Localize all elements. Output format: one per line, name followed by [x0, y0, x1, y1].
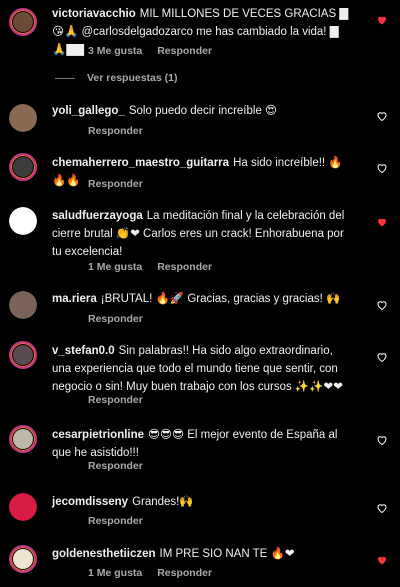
- username[interactable]: v_stefan0.0: [52, 345, 115, 357]
- username[interactable]: yoli_gallego_: [52, 105, 125, 117]
- avatar[interactable]: [9, 493, 37, 521]
- reply-button[interactable]: Responder: [157, 567, 212, 579]
- likes-count[interactable]: 3 Me gusta: [88, 45, 142, 57]
- avatar[interactable]: [9, 104, 37, 132]
- reply-button[interactable]: Responder: [88, 178, 143, 190]
- heart-icon[interactable]: [376, 14, 388, 26]
- avatar[interactable]: [9, 545, 37, 573]
- username[interactable]: cesarpietrionline: [52, 429, 144, 441]
- likes-count[interactable]: 1 Me gusta: [88, 567, 142, 579]
- comment-text: Grandes!🙌: [132, 496, 194, 508]
- username[interactable]: victoriavacchio: [52, 8, 136, 20]
- reply-button[interactable]: Responder: [88, 460, 143, 472]
- heart-icon[interactable]: [376, 502, 388, 514]
- heart-icon[interactable]: [376, 162, 388, 174]
- view-replies-button[interactable]: Ver respuestas (1): [55, 72, 177, 84]
- heart-icon[interactable]: [376, 299, 388, 311]
- avatar[interactable]: [9, 341, 37, 369]
- comment-text: IM PRE SIO NAN TE 🔥❤: [159, 548, 295, 560]
- reply-button[interactable]: Responder: [88, 125, 143, 137]
- avatar[interactable]: [9, 425, 37, 453]
- avatar[interactable]: [9, 8, 37, 36]
- username[interactable]: jecomdisseny: [52, 496, 128, 508]
- username[interactable]: saludfuerzayoga: [52, 210, 143, 222]
- comment-text: Solo puedo decir increíble 😍: [128, 105, 278, 117]
- username[interactable]: chemaherrero_maestro_guitarra: [52, 157, 229, 169]
- heart-icon[interactable]: [376, 110, 388, 122]
- avatar[interactable]: [9, 207, 37, 235]
- username[interactable]: ma.riera: [52, 293, 97, 305]
- reply-button[interactable]: Responder: [88, 313, 143, 325]
- heart-icon[interactable]: [376, 216, 388, 228]
- reply-button[interactable]: Responder: [157, 45, 212, 57]
- heart-icon[interactable]: [376, 351, 388, 363]
- avatar[interactable]: [9, 153, 37, 181]
- likes-count[interactable]: 1 Me gusta: [88, 261, 142, 273]
- username[interactable]: goldenesthetiiczen: [52, 548, 156, 560]
- heart-icon[interactable]: [376, 554, 388, 566]
- reply-button[interactable]: Responder: [88, 515, 143, 527]
- avatar[interactable]: [9, 291, 37, 319]
- reply-button[interactable]: Responder: [88, 394, 143, 406]
- comment-text: ¡BRUTAL! 🔥🚀 Gracias, gracias y gracias! …: [100, 293, 341, 305]
- reply-button[interactable]: Responder: [157, 261, 212, 273]
- divider: [55, 77, 75, 79]
- heart-icon[interactable]: [376, 434, 388, 446]
